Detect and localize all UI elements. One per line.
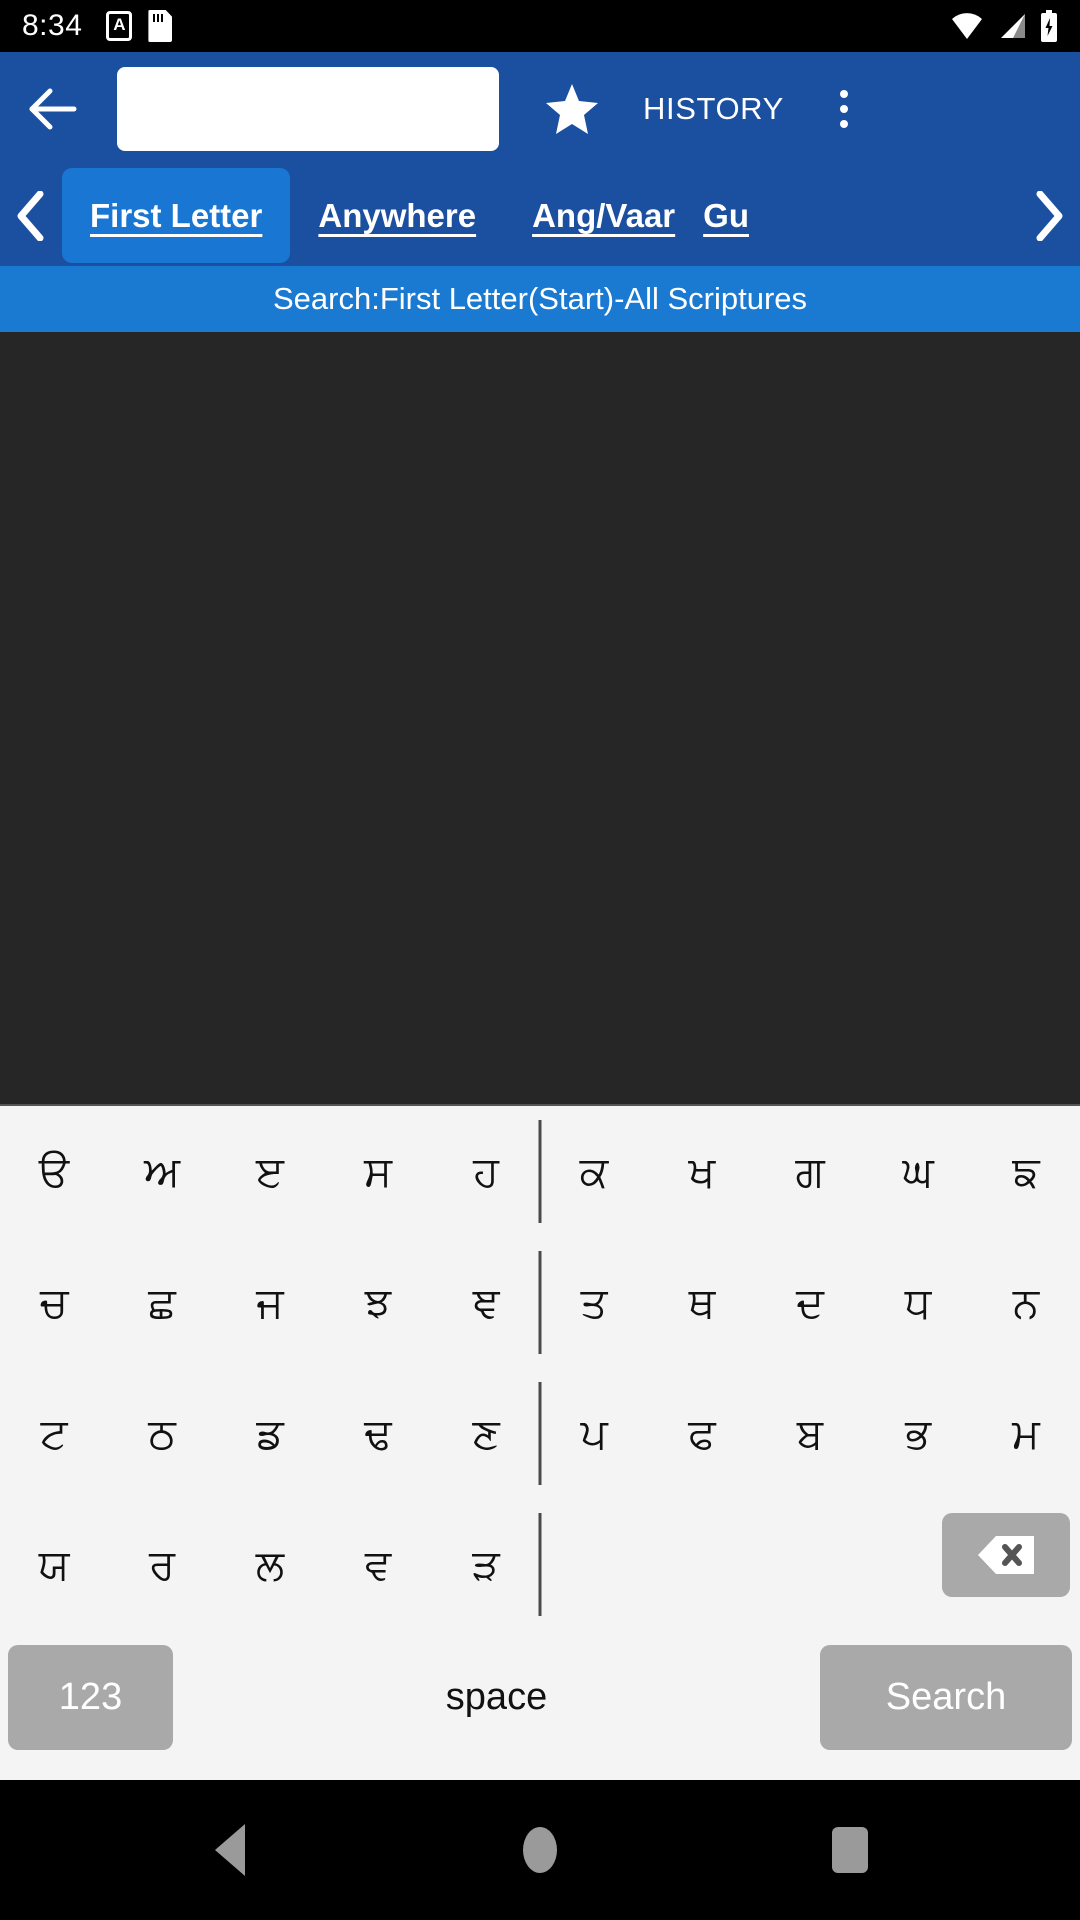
- key[interactable]: ਬ: [756, 1409, 864, 1459]
- key[interactable]: ਦ: [756, 1278, 864, 1328]
- key[interactable]: ਪ: [540, 1409, 648, 1459]
- key[interactable]: ਠ: [108, 1409, 216, 1459]
- letter-a-badge-icon: A: [106, 11, 133, 41]
- tab-anywhere[interactable]: Anywhere: [290, 168, 504, 263]
- key[interactable]: ਰ: [108, 1540, 216, 1590]
- keyboard-row-divider: [538, 1513, 542, 1616]
- tab-label: Ang/Vaar: [532, 196, 676, 234]
- more-vertical-icon[interactable]: [824, 81, 864, 137]
- nav-home-icon[interactable]: [500, 1810, 580, 1890]
- tab-label: First Letter: [90, 196, 263, 234]
- keyboard-row: ੳ ਅ ੲ ਸ ਹ ਕ ਖ ਗ ਘ ਙ: [0, 1106, 1080, 1237]
- app-root: 8:34 A HISTORY First Letter Anywhere Ang…: [0, 0, 1080, 1920]
- keyboard-row-divider: [538, 1382, 542, 1485]
- keyboard-row-divider: [538, 1251, 542, 1354]
- nav-back-icon[interactable]: [190, 1810, 270, 1890]
- key[interactable]: ੲ: [216, 1147, 324, 1197]
- keyboard-row: ਚ ਛ ਜ ਝ ਞ ਤ ਥ ਦ ਧ ਨ: [0, 1237, 1080, 1368]
- keyboard-row-left: ਚ ਛ ਜ ਝ ਞ: [0, 1278, 540, 1328]
- status-bar-left-icons: A: [106, 10, 173, 42]
- key[interactable]: ਡ: [216, 1409, 324, 1459]
- keyboard-row-right: ਤ ਥ ਦ ਧ ਨ: [540, 1278, 1080, 1328]
- key[interactable]: ਅ: [108, 1147, 216, 1197]
- key[interactable]: ਚ: [0, 1278, 108, 1328]
- key[interactable]: ਣ: [432, 1409, 540, 1459]
- tab-label: Gu: [703, 196, 749, 234]
- keyboard-row-divider: [538, 1120, 542, 1223]
- nav-recents-icon[interactable]: [810, 1810, 890, 1890]
- key[interactable]: ਝ: [324, 1278, 432, 1328]
- key[interactable]: ਧ: [864, 1278, 972, 1328]
- keyboard-rows: ੳ ਅ ੲ ਸ ਹ ਕ ਖ ਗ ਘ ਙ ਚ ਛ ਜ ਝ ਞ ਤ ਥ ਦ ਧ ਨ …: [0, 1106, 1080, 1630]
- keyboard-row-left: ੳ ਅ ੲ ਸ ਹ: [0, 1147, 540, 1197]
- key[interactable]: ਜ: [216, 1278, 324, 1328]
- keyboard-row-right: ਕ ਖ ਗ ਘ ਙ: [540, 1147, 1080, 1197]
- app-toolbar: HISTORY: [0, 52, 1080, 165]
- tab-ang-vaar[interactable]: Ang/Vaar: [504, 168, 703, 263]
- key[interactable]: ਙ: [972, 1147, 1080, 1197]
- status-bar: 8:34 A: [0, 0, 1080, 52]
- star-icon[interactable]: [543, 80, 601, 138]
- keyboard-bottom-row: 123 space Search: [0, 1630, 1080, 1780]
- key[interactable]: ਯ: [0, 1540, 108, 1590]
- key[interactable]: ੳ: [0, 1147, 108, 1197]
- sd-card-icon: [148, 10, 173, 42]
- key[interactable]: ਗ: [756, 1147, 864, 1197]
- key[interactable]: ਫ: [648, 1409, 756, 1459]
- status-bar-clock: 8:34: [22, 9, 83, 42]
- key[interactable]: ਮ: [972, 1409, 1080, 1459]
- key[interactable]: ਛ: [108, 1278, 216, 1328]
- keyboard-row-left: ਟ ਠ ਡ ਢ ਣ: [0, 1409, 540, 1459]
- key[interactable]: ਤ: [540, 1278, 648, 1328]
- key[interactable]: ਥ: [648, 1278, 756, 1328]
- keyboard-row-left: ਯ ਰ ਲ ਵ ੜ: [0, 1540, 540, 1590]
- search-key[interactable]: Search: [820, 1644, 1072, 1750]
- keyboard-row: ਯ ਰ ਲ ਵ ੜ: [0, 1499, 1080, 1630]
- cell-signal-icon: [1001, 14, 1025, 38]
- key[interactable]: ਵ: [324, 1540, 432, 1590]
- back-arrow-icon[interactable]: [22, 78, 84, 140]
- keyboard-row: ਟ ਠ ਡ ਢ ਣ ਪ ਫ ਬ ਭ ਮ: [0, 1368, 1080, 1499]
- key[interactable]: ਨ: [972, 1278, 1080, 1328]
- key[interactable]: ਞ: [432, 1278, 540, 1328]
- space-key[interactable]: space: [201, 1645, 792, 1750]
- key[interactable]: ਭ: [864, 1409, 972, 1459]
- key[interactable]: ਹ: [432, 1147, 540, 1197]
- system-navigation-bar: [0, 1780, 1080, 1920]
- key[interactable]: ਢ: [324, 1409, 432, 1459]
- wifi-icon: [952, 13, 982, 39]
- key[interactable]: ਕ: [540, 1147, 648, 1197]
- keyboard-row-right: ਪ ਫ ਬ ਭ ਮ: [540, 1409, 1080, 1459]
- search-mode-label: Search:First Letter(Start)-All Scripture…: [272, 281, 808, 316]
- tabs-scroll-container[interactable]: First Letter Anywhere Ang/Vaar Gu: [62, 165, 1018, 266]
- tab-first-letter[interactable]: First Letter: [62, 168, 291, 263]
- numeric-mode-key[interactable]: 123: [8, 1644, 173, 1750]
- status-bar-right-icons: [950, 10, 1058, 42]
- tab-label: Anywhere: [318, 196, 477, 234]
- gurmukhi-keyboard: ੳ ਅ ੲ ਸ ਹ ਕ ਖ ਗ ਘ ਙ ਚ ਛ ਜ ਝ ਞ ਤ ਥ ਦ ਧ ਨ …: [0, 1104, 1080, 1780]
- chevron-right-icon[interactable]: [1018, 165, 1080, 266]
- results-area: [0, 332, 1080, 1104]
- key[interactable]: ਲ: [216, 1540, 324, 1590]
- key[interactable]: ਸ: [324, 1147, 432, 1197]
- key[interactable]: ੜ: [432, 1540, 540, 1590]
- backspace-icon[interactable]: [942, 1513, 1070, 1597]
- key[interactable]: ਟ: [0, 1409, 108, 1459]
- tab-bar: First Letter Anywhere Ang/Vaar Gu: [0, 165, 1080, 266]
- chevron-left-icon[interactable]: [0, 165, 62, 266]
- search-input[interactable]: [117, 66, 499, 151]
- search-mode-banner: Search:First Letter(Start)-All Scripture…: [0, 266, 1080, 332]
- key[interactable]: ਘ: [864, 1147, 972, 1197]
- tab-gurmukhi[interactable]: Gu: [703, 168, 755, 263]
- battery-charging-icon: [1041, 10, 1057, 42]
- history-button[interactable]: HISTORY: [643, 91, 784, 127]
- key[interactable]: ਖ: [648, 1147, 756, 1197]
